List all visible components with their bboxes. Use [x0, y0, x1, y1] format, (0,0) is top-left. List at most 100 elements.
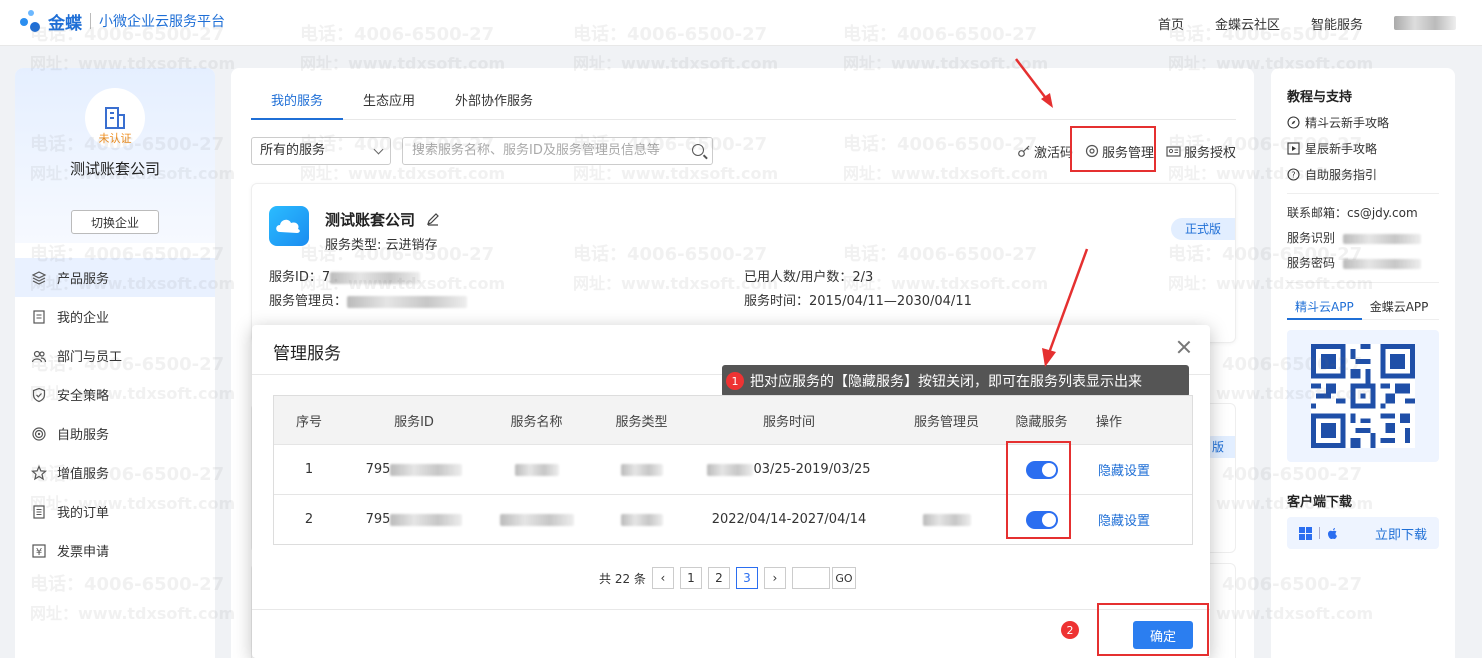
- svg-text:?: ?: [1291, 171, 1295, 180]
- sidebar-item-value-added[interactable]: 增值服务: [15, 453, 215, 492]
- highlight-confirm: [1097, 603, 1209, 656]
- service-id: 服务ID：7: [269, 266, 421, 285]
- service-filter-select[interactable]: 所有的服务: [251, 137, 391, 165]
- document-icon: [33, 309, 45, 324]
- sidebar-item-self-service[interactable]: 自助服务: [15, 414, 215, 453]
- hide-settings-link-2[interactable]: 隐藏设置: [1098, 510, 1150, 529]
- cloud-app-icon: [269, 206, 309, 246]
- list-icon: [33, 504, 45, 519]
- user-count: 已用人数/用户数：2/3: [744, 270, 874, 285]
- layers-icon: [31, 270, 47, 285]
- nav-community[interactable]: 金蝶云社区: [1215, 14, 1280, 33]
- service-type: 服务类型: 云进销存: [325, 238, 438, 253]
- modal-title: 管理服务: [273, 344, 341, 364]
- verify-status-badge: 未认证: [98, 132, 132, 145]
- id-card-icon: [1166, 146, 1181, 157]
- platform-name: 小微企业云服务平台: [99, 14, 225, 30]
- chevron-down-icon: [373, 144, 384, 155]
- tab-jdy-app[interactable]: 精斗云APP: [1287, 298, 1362, 320]
- link-jdy-guide[interactable]: 精斗云新手攻略: [1287, 114, 1389, 131]
- arrow-to-service-management-icon: [1015, 58, 1053, 108]
- service-admin: 服务管理员：: [269, 290, 468, 309]
- total-count: 共 22 条: [599, 571, 646, 586]
- edition-badge: 正式版: [1171, 218, 1235, 240]
- left-sidebar: 未认证 测试账套公司 切换企业 产品服务 我的企业 部门与员工 安全策略 自助服…: [15, 68, 215, 658]
- service-authorization-button[interactable]: 服务授权: [1166, 142, 1236, 161]
- page-3-button[interactable]: 3: [735, 567, 758, 589]
- service-time: 服务时间：2015/04/11—2030/04/11: [744, 294, 972, 309]
- download-title: 客户端下载: [1287, 495, 1353, 510]
- sidebar-item-departments[interactable]: 部门与员工: [15, 336, 215, 375]
- contact-email: 联系邮箱：cs@jdy.com: [1287, 206, 1418, 220]
- apple-icon[interactable]: [1327, 527, 1339, 540]
- next-page-button[interactable]: ›: [763, 567, 786, 589]
- close-icon[interactable]: [1176, 339, 1192, 355]
- user-avatar-blurred[interactable]: [1394, 16, 1456, 30]
- key-icon: [1018, 145, 1030, 157]
- download-row: 立即下载: [1287, 517, 1439, 549]
- service-name: 测试账套公司: [325, 209, 440, 230]
- highlight-hide-toggles: [1006, 441, 1071, 539]
- sidebar-menu: 产品服务 我的企业 部门与员工 安全策略 自助服务 增值服务 我的订单 ¥ 发票: [15, 258, 215, 570]
- brand-logo[interactable]: 金蝶 小微企业云服务平台: [18, 8, 225, 34]
- step-2-marker: 2: [1061, 621, 1079, 639]
- service-identification: 服务识别: [1287, 229, 1421, 246]
- nav-smart-service[interactable]: 智能服务: [1311, 14, 1363, 33]
- service-search-input[interactable]: 搜索服务名称、服务ID及服务管理员信息等: [402, 137, 713, 165]
- sidebar-item-my-company[interactable]: 我的企业: [15, 297, 215, 336]
- support-title: 教程与支持: [1287, 90, 1353, 105]
- tab-external-collab[interactable]: 外部协作服务: [435, 90, 553, 120]
- go-button[interactable]: GO: [831, 567, 856, 589]
- link-xingchen-guide[interactable]: 星辰新手攻略: [1287, 140, 1377, 157]
- sidebar-item-security[interactable]: 安全策略: [15, 375, 215, 414]
- company-name: 测试账套公司: [69, 160, 160, 178]
- compass-icon: [1287, 116, 1300, 129]
- table-header: 序号 服务ID 服务名称 服务类型 服务时间 服务管理员 隐藏服务 操作: [274, 396, 1192, 444]
- play-icon: [1287, 142, 1300, 155]
- right-panel: 教程与支持 精斗云新手攻略 星辰新手攻略 ? 自助服务指引 联系邮箱：cs@jd…: [1271, 68, 1455, 658]
- brand-name: 金蝶: [48, 13, 82, 34]
- top-nav: 首页 金蝶云社区 智能服务: [1158, 0, 1482, 46]
- shield-icon: [32, 387, 46, 402]
- sidebar-item-orders[interactable]: 我的订单: [15, 492, 215, 531]
- service-tabs: 我的服务 生态应用 外部协作服务: [251, 90, 1236, 120]
- download-now-link[interactable]: 立即下载: [1375, 524, 1427, 543]
- top-bar: 金蝶 小微企业云服务平台 首页 金蝶云社区 智能服务: [0, 0, 1482, 46]
- link-self-service-guide[interactable]: ? 自助服务指引: [1287, 166, 1377, 183]
- pagination: 共 22 条 ‹ 1 2 3 › GO: [599, 566, 856, 590]
- help-icon: ?: [1287, 168, 1300, 181]
- nav-home[interactable]: 首页: [1158, 14, 1184, 33]
- search-icon[interactable]: [692, 144, 704, 156]
- tab-my-services[interactable]: 我的服务: [251, 90, 344, 120]
- target-icon: [32, 426, 46, 441]
- highlight-service-management: [1070, 126, 1156, 172]
- yen-icon: ¥: [32, 543, 46, 558]
- star-icon: [31, 464, 47, 480]
- tab-kingdee-app[interactable]: 金蝶云APP: [1362, 298, 1437, 320]
- sidebar-item-product-services[interactable]: 产品服务: [15, 258, 215, 297]
- users-icon: [31, 350, 47, 362]
- company-panel: 未认证 测试账套公司 切换企业: [15, 68, 215, 243]
- tab-ecosystem-apps[interactable]: 生态应用: [343, 90, 435, 120]
- page-1-button[interactable]: 1: [679, 567, 702, 589]
- sidebar-item-invoice[interactable]: ¥ 发票申请: [15, 531, 215, 570]
- chevron-left-icon: ‹: [660, 571, 666, 585]
- svg-text:¥: ¥: [36, 547, 42, 558]
- hide-settings-link-1[interactable]: 隐藏设置: [1098, 460, 1150, 479]
- service-password: 服务密码: [1287, 254, 1421, 271]
- activation-code-button[interactable]: 激活码: [1017, 142, 1073, 161]
- arrow-to-tooltip-icon: [1042, 248, 1089, 367]
- edit-icon[interactable]: [426, 212, 440, 226]
- qr-code-icon: [1311, 344, 1415, 448]
- prev-page-button[interactable]: ‹: [651, 567, 674, 589]
- kingdee-logo-icon: [18, 8, 44, 34]
- qr-code-panel: [1287, 330, 1439, 462]
- chevron-right-icon: ›: [772, 571, 778, 585]
- windows-icon[interactable]: [1299, 526, 1312, 540]
- page-jump-input[interactable]: [791, 567, 830, 589]
- switch-company-button[interactable]: 切换企业: [71, 210, 159, 234]
- page-2-button[interactable]: 2: [707, 567, 730, 589]
- instruction-tooltip: 1 把对应服务的【隐藏服务】按钮关闭，即可在服务列表显示出来: [722, 365, 1189, 397]
- app-tabs: 精斗云APP 金蝶云APP: [1287, 298, 1439, 320]
- step-1-marker: 1: [726, 372, 744, 390]
